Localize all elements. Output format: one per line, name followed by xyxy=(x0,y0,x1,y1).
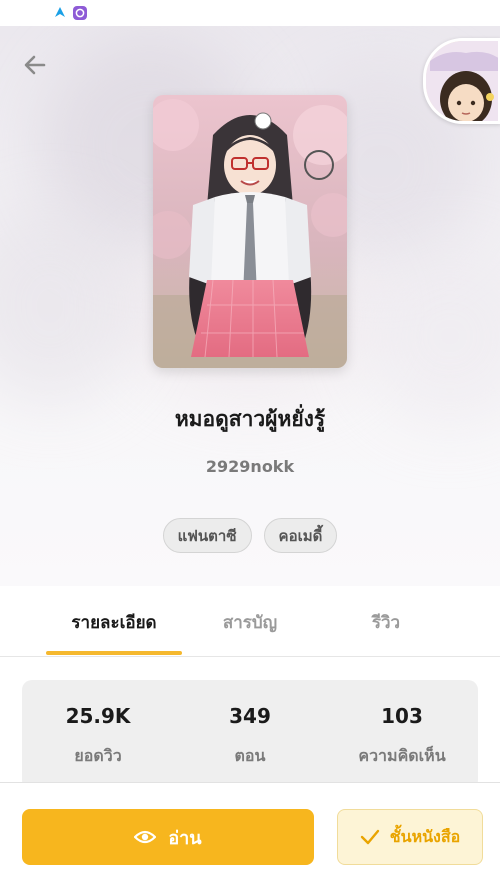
arrow-left-icon xyxy=(24,55,46,75)
book-title: หมอดูสาวผู้หยั่งรู้ xyxy=(174,407,326,431)
tab-reviews[interactable]: รีวิว xyxy=(318,587,454,657)
views-label: ยอดวิว xyxy=(74,746,122,765)
tab-contents[interactable]: สารบัญ xyxy=(182,587,318,657)
comments-value: 103 xyxy=(381,704,423,728)
back-button[interactable] xyxy=(18,48,52,82)
bookshelf-button[interactable]: ชั้นหนังสือ xyxy=(337,809,483,865)
tab-details[interactable]: รายละเอียด xyxy=(46,587,182,657)
signal-icon xyxy=(55,7,65,17)
comments-label: ความคิดเห็น xyxy=(358,746,446,765)
bookshelf-button-label: ชั้นหนังสือ xyxy=(389,826,461,846)
status-bar xyxy=(0,0,500,26)
tag-list: แฟนตาซี คอเมดี้ xyxy=(0,518,500,553)
avatar[interactable] xyxy=(423,38,500,124)
check-icon xyxy=(360,829,379,845)
tag-comedy[interactable]: คอเมดี้ xyxy=(263,518,338,553)
episodes-value: 349 xyxy=(229,704,271,728)
cover-illustration xyxy=(153,95,347,368)
app-notification-icon xyxy=(73,6,87,20)
eye-icon xyxy=(134,830,157,844)
tab-bar: รายละเอียด สารบัญ รีวิว xyxy=(0,587,500,657)
read-button[interactable]: อ่าน xyxy=(22,809,314,865)
episodes-label: ตอน xyxy=(234,746,266,765)
avatar-illustration xyxy=(426,41,498,121)
views-value: 25.9K xyxy=(65,704,131,728)
stat-episodes: 349 ตอน xyxy=(174,680,326,790)
read-button-label: อ่าน xyxy=(168,827,202,849)
tag-fantasy[interactable]: แฟนตาซี xyxy=(162,518,252,553)
book-author[interactable]: 2929nokk xyxy=(0,457,500,476)
stat-comments: 103 ความคิดเห็น xyxy=(326,680,478,790)
active-tab-indicator xyxy=(46,651,182,655)
stat-views: 25.9K ยอดวิว xyxy=(22,680,174,790)
book-cover xyxy=(153,95,347,368)
stats-card: 25.9K ยอดวิว 349 ตอน 103 ความคิดเห็น xyxy=(22,680,478,790)
bottom-action-bar: อ่าน ชั้นหนังสือ xyxy=(0,782,500,889)
